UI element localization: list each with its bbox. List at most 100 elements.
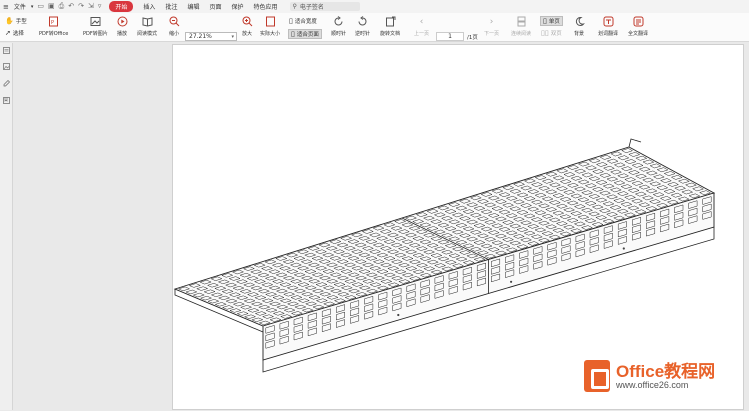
single-page-label: 单页 <box>548 19 560 25</box>
tab-insert[interactable]: 插入 <box>143 2 155 11</box>
single-page-button[interactable]: ▯ 单页 <box>540 16 563 26</box>
play-button[interactable]: 播放 <box>116 16 128 37</box>
quick-access-toolbar: ▭ ▣ ⎙ ↶ ↷ ⇲ ▿ <box>37 2 101 11</box>
rotate-ccw-icon <box>357 16 369 27</box>
page-number-input[interactable]: 1 <box>436 32 464 41</box>
actual-size-icon <box>264 16 276 27</box>
image-icon[interactable] <box>3 63 10 70</box>
search-box[interactable]: ⚲ 电子签名 <box>289 2 360 11</box>
rotate-ccw-button[interactable]: 逆时针 <box>355 16 370 37</box>
background-button[interactable]: 背景 <box>573 16 585 37</box>
mounting-hole <box>397 313 400 317</box>
fit-page-icon: ▯ <box>291 30 295 38</box>
pdf-to-office-icon: P <box>48 16 60 27</box>
rotate-cw-icon <box>333 16 345 27</box>
search-placeholder: 电子签名 <box>299 4 324 11</box>
read-mode-label: 阅读模式 <box>137 31 158 37</box>
fit-page-button[interactable]: ▯ 适合页面 <box>288 29 322 39</box>
chevron-right-icon: › <box>489 16 494 27</box>
fit-width-button[interactable]: ▯ 适合宽度 <box>289 17 317 25</box>
actual-size-label: 实际大小 <box>260 31 281 37</box>
print-icon[interactable]: ⎙ <box>59 2 65 11</box>
bookmark-icon[interactable] <box>3 97 10 104</box>
fit-page-label: 适合页面 <box>296 32 319 38</box>
file-menu[interactable]: 文件 <box>14 2 26 11</box>
save-icon[interactable]: ▣ <box>48 2 55 11</box>
zoom-out-icon <box>168 16 180 27</box>
full-translate-icon <box>632 16 644 27</box>
page-total: /1页 <box>467 35 478 41</box>
annotation-icon[interactable] <box>3 80 10 87</box>
pdf-to-office-label: PDF转Office <box>39 31 69 37</box>
play-icon <box>116 16 128 27</box>
continuous-icon <box>515 16 527 27</box>
rotate-cw-button[interactable]: 顺时针 <box>331 16 346 37</box>
rotate-doc-button[interactable]: 旋转文档 <box>380 16 400 37</box>
ribbon-toolbar: ✋ 手型 ➚ 选择 P PDF转Office PDF转图片 播放 阅读模式 缩小 <box>0 13 749 42</box>
full-translate-button[interactable]: 全文翻译 <box>628 16 648 37</box>
menu-bar: ≡ 文件 ▾ ▭ ▣ ⎙ ↶ ↷ ⇲ ▿ 开始 插入 批注 编辑 页面 保护 特… <box>0 0 749 13</box>
document-page <box>172 44 744 410</box>
site-watermark: Office教程网 www.office26.com <box>584 360 715 392</box>
book-icon <box>141 16 153 27</box>
single-page-icon: ▯ <box>543 17 547 25</box>
select-tool[interactable]: ➚ 选择 <box>5 29 24 37</box>
background-label: 背景 <box>573 31 584 37</box>
read-mode-button[interactable]: 阅读模式 <box>137 16 157 37</box>
tab-page[interactable]: 页面 <box>209 2 221 11</box>
svg-text:P: P <box>51 20 54 26</box>
zoom-in-label: 放大 <box>241 31 252 37</box>
mounting-hole <box>510 280 513 283</box>
open-icon[interactable]: ▭ <box>37 2 44 11</box>
menu-icon[interactable]: ≡ <box>3 3 9 11</box>
cursor-icon: ➚ <box>5 29 11 37</box>
hand-tool[interactable]: ✋ 手型 <box>5 17 27 25</box>
tab-features[interactable]: 特色应用 <box>254 2 278 11</box>
tab-start[interactable]: 开始 <box>109 1 134 12</box>
file-menu-arrow-icon: ▾ <box>30 3 34 10</box>
prev-page-button[interactable]: ‹ 上一页 <box>414 16 430 38</box>
search-icon: ⚲ <box>292 3 297 10</box>
zoom-out-button[interactable]: 缩小 <box>168 16 180 37</box>
left-sidebar <box>0 43 13 410</box>
word-translate-icon <box>602 16 614 27</box>
next-page-button[interactable]: › 下一页 <box>484 16 500 38</box>
double-page-button[interactable]: ▯▯ 双页 <box>541 29 562 37</box>
continuous-read-button[interactable]: 连续阅读 <box>511 16 531 37</box>
hand-label: 手型 <box>15 19 27 25</box>
pdf-to-image-button[interactable]: PDF转图片 <box>83 16 108 37</box>
rotate-doc-icon <box>384 16 396 27</box>
double-page-icon: ▯▯ <box>541 29 549 37</box>
rotate-cw-label: 顺时针 <box>331 31 347 37</box>
zoom-out-label: 缩小 <box>168 31 179 37</box>
redo-icon[interactable]: ↷ <box>78 2 84 11</box>
pdf-to-image-label: PDF转图片 <box>83 31 108 37</box>
continuous-label: 连续阅读 <box>511 31 532 37</box>
thumbnails-icon[interactable] <box>3 47 10 54</box>
double-page-label: 双页 <box>550 31 562 37</box>
fit-width-label: 适合宽度 <box>294 19 317 25</box>
watermark-brand: Office教程网 <box>616 361 716 381</box>
zoom-select[interactable]: 27.21% ▾ <box>185 32 237 41</box>
export-icon[interactable]: ⇲ <box>88 2 94 11</box>
customize-icon[interactable]: ▿ <box>98 2 102 11</box>
cable-tray-drawing <box>173 138 716 373</box>
undo-icon[interactable]: ↶ <box>68 2 74 11</box>
pdf-to-office-button[interactable]: P PDF转Office <box>39 16 68 37</box>
tab-edit[interactable]: 编辑 <box>187 2 199 11</box>
tab-protect[interactable]: 保护 <box>231 2 243 11</box>
next-page-label: 下一页 <box>484 31 500 37</box>
rotate-ccw-label: 逆时针 <box>355 31 371 37</box>
moon-icon <box>573 16 585 27</box>
word-translate-button[interactable]: 划词翻译 <box>598 16 618 37</box>
prev-page-label: 上一页 <box>414 31 430 37</box>
rotate-doc-label: 旋转文档 <box>380 31 401 37</box>
zoom-in-button[interactable]: 放大 <box>241 16 253 37</box>
office-logo <box>584 360 610 392</box>
zoom-in-icon <box>241 16 253 27</box>
full-translate-label: 全文翻译 <box>628 31 649 37</box>
hand-icon: ✋ <box>5 17 14 25</box>
tab-annotate[interactable]: 批注 <box>165 2 177 11</box>
actual-size-button[interactable]: 实际大小 <box>260 16 280 37</box>
mounting-hole <box>622 247 625 250</box>
